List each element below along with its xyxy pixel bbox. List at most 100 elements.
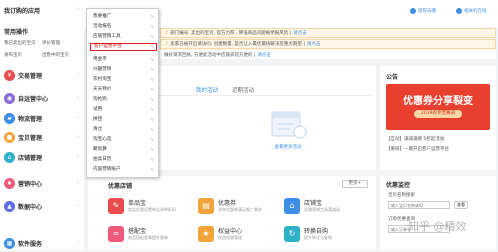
edit-icon[interactable]: ✎	[151, 136, 154, 144]
search-button[interactable]: 查看	[454, 201, 468, 209]
shop-icon: ⌂	[284, 198, 300, 214]
tool-name: 优惠券	[218, 200, 237, 207]
menu-item[interactable]: 拼团 ✎	[93, 116, 156, 124]
menu-item[interactable]: 淘抢购 ✎	[93, 96, 156, 104]
cycle-icon: ↻	[284, 226, 300, 242]
edit-icon[interactable]: ✎	[151, 166, 154, 174]
item-search-input[interactable]	[388, 201, 450, 209]
side-cat-marketing[interactable]: ♦ 营销中心 ›	[0, 174, 84, 192]
menu-item-label: 客户运营平台	[94, 44, 122, 49]
chevron-right-icon: ›	[77, 203, 79, 209]
my-apps-header[interactable]: 我订购的应用 ›	[4, 6, 82, 15]
tools-panel: 优惠店铺 更多+ ✎ 单品宝 商品优惠设置单品多种折扣 ▤ 优惠券 多种优惠券满…	[88, 176, 376, 250]
notice-link[interactable]: 请点击	[293, 30, 307, 36]
more-activity-link[interactable]: 查看更多活动	[258, 144, 318, 150]
menu-item[interactable]: 淘宝心选 ✎	[93, 136, 156, 144]
menu-item-label: 试用	[93, 107, 103, 112]
notice-text: 部门编号: 卖出的宝贝, 官方力荐 , 降低商品问题被举报风险 |	[170, 31, 292, 36]
edit-icon[interactable]: ✎	[151, 116, 154, 124]
menu-item[interactable]: 清仓 ✎	[93, 126, 156, 134]
menu-item-label: 店铺营销工具	[93, 34, 121, 39]
menu-item[interactable]: 内容营销账户 ✎	[93, 166, 156, 174]
announcement-panel: 公告 优惠券分享裂变 2019的专营赛道 【互动】满减满赠 5折起活动 【重磅】…	[380, 66, 496, 170]
side-cat-shop[interactable]: ⌂ 店铺管理 ›	[0, 148, 84, 166]
watermark: 知乎 @精效	[408, 220, 467, 233]
side-cat-label: 自运营中心	[18, 95, 49, 103]
header-link-2[interactable]: 相关的在线	[456, 8, 487, 14]
side-cat-software[interactable]: ▦ 软件服务 ›	[0, 234, 84, 252]
edit-icon[interactable]: ✎	[151, 86, 154, 94]
sidebar: 我订购的应用 › 常用操作 我已卖出的宝贝 评价管理 发布宝贝 出售中的宝贝 ¥…	[0, 0, 84, 250]
side-cat-items[interactable]: ■ 宝贝管理 ›	[0, 128, 84, 146]
tool-card[interactable]: ⌂ 店铺宝 店铺营销工具满减送	[284, 196, 372, 220]
side-cat-data[interactable]: ▲ 数据中心 ›	[0, 197, 84, 215]
tool-name: 转换自购	[304, 228, 329, 235]
side-cat-trade[interactable]: ¥ 交易管理 ›	[0, 66, 84, 84]
announcement-line[interactable]: 【重磅】一键开启客户运营平台	[386, 146, 490, 152]
edit-icon[interactable]: ✎	[151, 126, 154, 134]
edit-icon[interactable]: ✎	[151, 13, 154, 21]
side-cat-label: 软件服务	[18, 240, 43, 248]
header-link-1[interactable]: 提现去哪	[410, 8, 436, 14]
link-icon: ∞	[108, 226, 124, 242]
tool-card[interactable]: ↻ 转换自购 提升转化与复购	[284, 224, 372, 248]
notice-bar-2: ♪ 卖家已被开启请访问, 创建数量, 是否让入最优最快解决及重大期望 | 请点击	[160, 39, 496, 49]
edit-icon[interactable]: ✎	[151, 106, 154, 114]
common-link-reviews[interactable]: 评价管理	[42, 40, 80, 46]
notice-link[interactable]: 请点击	[257, 52, 271, 58]
tool-card[interactable]: ▤ 优惠券 多种优惠券满足推广需求	[198, 196, 286, 220]
my-apps-title: 我订购的应用	[4, 8, 41, 15]
edit-icon[interactable]: ✎	[151, 156, 154, 164]
common-link-on-sale[interactable]: 出售中的宝贝	[42, 52, 80, 58]
menu-item-label: 淘抢购	[93, 97, 107, 102]
bell-icon: ♪	[165, 41, 169, 47]
menu-item[interactable]: 店铺营销工具 ✎	[93, 33, 156, 41]
tool-desc: 多种优惠券满足推广需求	[218, 207, 262, 212]
tool-card[interactable]: ∞ 搭配宝 商品搭配套餐提升客单	[108, 224, 196, 248]
notice-link[interactable]: 请点击	[307, 41, 321, 47]
menu-item[interactable]: 拍卖日历 ✎	[93, 156, 156, 164]
tool-desc: 商品优惠设置单品多种折扣	[128, 207, 176, 212]
menu-item[interactable]: 兴趣营销 ✎	[93, 66, 156, 74]
edit-icon[interactable]: ✎	[151, 146, 154, 154]
notice-text: 卖家已被开启请访问, 创建数量, 是否让入最优最快解决及重大期望 |	[170, 42, 305, 47]
common-link-publish[interactable]: 发布宝贝	[4, 52, 40, 58]
edit-icon[interactable]: ✎	[151, 33, 154, 41]
tab-recent-activity[interactable]: 近期活动	[232, 86, 254, 94]
menu-item[interactable]: 农村淘宝 ✎	[93, 76, 156, 84]
tag-icon: ✎	[108, 198, 124, 214]
chevron-right-icon: ›	[77, 134, 79, 140]
menu-item-label: 天天特价	[93, 87, 112, 92]
tools-title: 优惠店铺	[108, 183, 133, 190]
edit-icon[interactable]: ✎	[151, 44, 154, 50]
promo-banner[interactable]: 优惠券分享裂变 2019的专营赛道	[386, 84, 490, 130]
common-link-sold[interactable]: 我已卖出的宝贝	[4, 40, 40, 46]
monitor-title: 优惠监控	[386, 182, 411, 189]
menu-item-active[interactable]: 客户运营平台 ✎	[90, 43, 157, 51]
side-cat-logistics[interactable]: ▰ 物流管理 ›	[0, 109, 84, 127]
chevron-right-icon: ›	[77, 72, 79, 78]
marketing-dropdown-menu: 我要推广 ✎ 活动报名 ✎ 店铺营销工具 ✎ 客户运营平台 ✎ 用金币 ✎ 兴趣营销 ✎ 农…	[86, 8, 159, 178]
edit-icon[interactable]: ✎	[151, 23, 154, 31]
side-cat-self-ops[interactable]: ◉ 自运营中心 ›	[0, 89, 84, 107]
edit-icon[interactable]: ✎	[151, 56, 154, 64]
chevron-right-icon: ›	[77, 6, 79, 12]
menu-item[interactable]: 天天特价 ✎	[93, 86, 156, 94]
chevron-right-icon: ›	[77, 240, 79, 246]
announcement-line[interactable]: 【互动】满减满赠 5折起活动	[386, 136, 490, 142]
menu-item[interactable]: 聚划算 ✎	[93, 146, 156, 154]
tool-card[interactable]: ✎ 单品宝 商品优惠设置单品多种折扣	[108, 196, 196, 220]
tool-card[interactable]: ★ 权益中心 权益投放管理	[198, 224, 286, 248]
more-tools-button[interactable]: 更多+	[342, 180, 368, 188]
edit-icon[interactable]: ✎	[151, 66, 154, 74]
notice-bar-1: ♪ 部门编号: 卖出的宝贝, 官方力荐 , 降低商品问题被举报风险 | 请点击	[160, 28, 496, 38]
menu-item[interactable]: 用金币 ✎	[93, 56, 156, 64]
edit-icon[interactable]: ✎	[151, 76, 154, 84]
menu-item[interactable]: 我要推广 ✎	[93, 13, 156, 21]
chevron-right-icon: ›	[77, 95, 79, 101]
menu-item[interactable]: 试用 ✎	[93, 106, 156, 114]
announcement-title: 公告	[386, 74, 399, 81]
menu-item[interactable]: 活动报名 ✎	[93, 23, 156, 31]
edit-icon[interactable]: ✎	[151, 96, 154, 104]
gift-icon: ★	[198, 226, 214, 242]
